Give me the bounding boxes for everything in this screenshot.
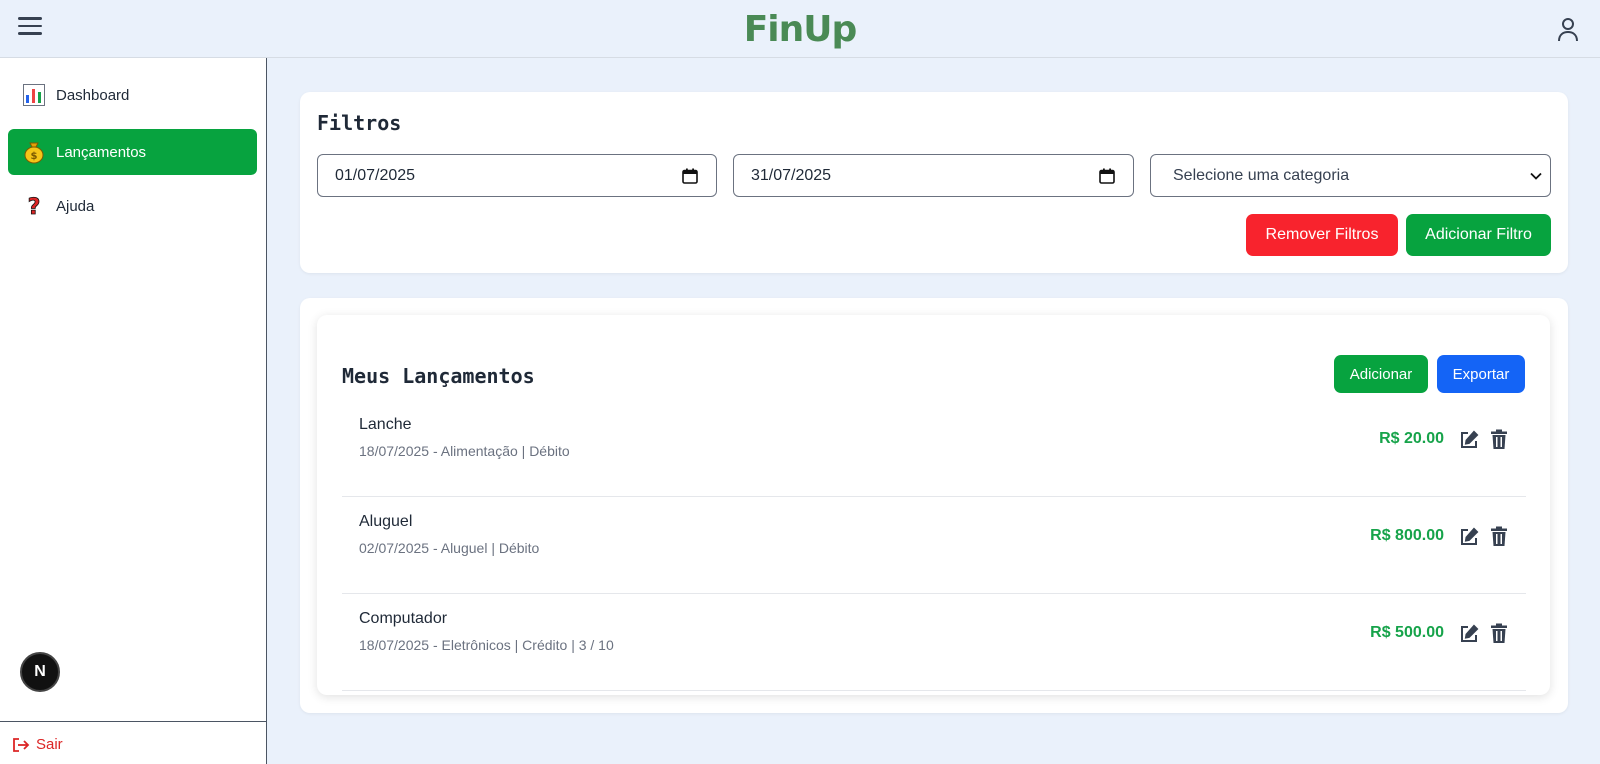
entry-description: Lanche [359,416,412,433]
app-logo: FinUp [743,9,858,50]
filters-title: Filtros [317,111,402,135]
export-button[interactable]: Exportar [1437,355,1525,393]
entries-section: Meus Lançamentos Adicionar Exportar Lanc… [300,298,1568,713]
entry-meta: 02/07/2025 - Aluguel | Débito [359,540,540,556]
entry-amount: R$ 500.00 [1370,624,1444,641]
entry-row: Computador 18/07/2025 - Eletrônicos | Cr… [342,594,1526,691]
sidebar-item-label: Lançamentos [56,143,147,161]
sidebar-item-label: Ajuda [56,197,95,215]
edit-icon[interactable] [1459,624,1479,644]
edit-icon[interactable] [1459,430,1479,450]
trash-icon[interactable] [1490,429,1508,450]
entry-row: Aluguel 02/07/2025 - Aluguel | Débito R$… [342,497,1526,594]
svg-text:?: ? [28,195,41,218]
entry-amount: R$ 20.00 [1379,430,1444,447]
start-date-value: 01/07/2025 [335,166,416,184]
category-select[interactable]: Selecione uma categoria [1150,154,1551,197]
user-profile-icon[interactable] [1556,16,1580,42]
add-entry-button[interactable]: Adicionar [1334,355,1428,393]
sidebar-item-label: Dashboard [56,86,130,104]
start-date-input[interactable]: 01/07/2025 [317,154,717,197]
svg-text:$: $ [31,151,38,162]
entry-meta: 18/07/2025 - Eletrônicos | Crédito | 3 /… [359,637,614,653]
entry-row: Lanche 18/07/2025 - Alimentação | Débito… [342,400,1526,497]
logout-label: Sair [36,736,63,753]
end-date-value: 31/07/2025 [751,166,832,184]
entries-card: Meus Lançamentos Adicionar Exportar Lanc… [317,315,1550,695]
sidebar-item-lancamentos[interactable]: $ Lançamentos [8,129,257,175]
entries-title: Meus Lançamentos [342,364,535,388]
entry-amount: R$ 800.00 [1370,527,1444,544]
remove-filters-button[interactable]: Remover Filtros [1246,214,1398,256]
bar-chart-icon [22,83,46,107]
trash-icon[interactable] [1490,623,1508,644]
edit-icon[interactable] [1459,527,1479,547]
end-date-input[interactable]: 31/07/2025 [733,154,1134,197]
logout-button[interactable]: Sair [12,736,63,753]
filters-card: Filtros 01/07/2025 31/07/2025 Selecione … [300,92,1568,273]
add-filter-button[interactable]: Adicionar Filtro [1406,214,1551,256]
money-bag-icon: $ [22,140,46,164]
logout-icon [13,737,30,752]
chevron-down-icon [1530,172,1542,180]
calendar-icon[interactable] [682,168,698,184]
dev-tools-badge[interactable]: N [20,652,60,692]
category-select-value: Selecione uma categoria [1173,166,1350,184]
trash-icon[interactable] [1490,526,1508,547]
sidebar-item-ajuda[interactable]: ? Ajuda [8,183,257,229]
top-header: FinUp [0,0,1600,58]
sidebar-item-dashboard[interactable]: Dashboard [8,72,257,118]
entry-description: Aluguel [359,513,413,530]
entry-description: Computador [359,610,448,627]
calendar-icon[interactable] [1099,168,1115,184]
question-mark-icon: ? [22,194,46,218]
sidebar-footer: Sair [0,721,266,764]
entry-meta: 18/07/2025 - Alimentação | Débito [359,443,570,459]
